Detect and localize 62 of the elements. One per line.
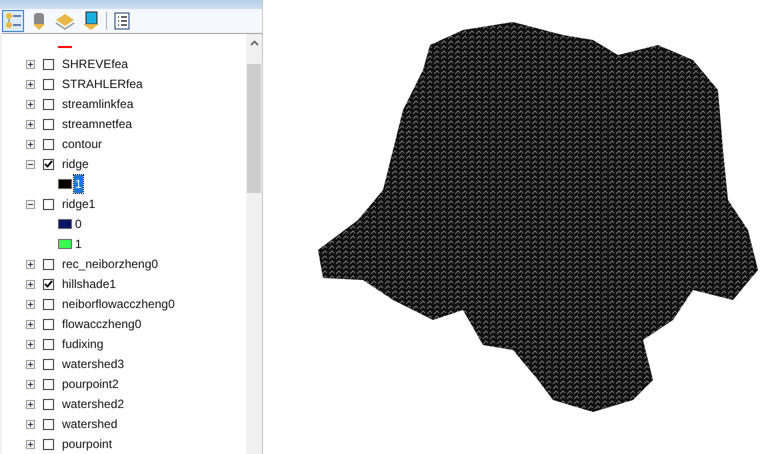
layer-checkbox[interactable] [43, 198, 54, 210]
legend-label[interactable]: 1 [74, 235, 83, 253]
expand-icon[interactable] [26, 300, 35, 308]
layer-name[interactable]: STRAHLERfea [62, 75, 143, 93]
layer-name[interactable]: watershed2 [62, 395, 124, 413]
layer-name[interactable]: ridge [62, 155, 89, 173]
legend-label[interactable]: 0 [74, 215, 83, 233]
layer-name[interactable]: watershed [62, 415, 118, 433]
expand-icon[interactable] [26, 60, 35, 68]
layer-checkbox[interactable] [43, 338, 54, 350]
layer-checkbox[interactable] [43, 138, 54, 150]
scroll-up-icon[interactable] [250, 40, 258, 46]
layer-checkbox[interactable] [43, 438, 54, 450]
layer-name[interactable]: pourpoint2 [62, 375, 119, 393]
checkmark-icon [44, 280, 53, 288]
layer-name[interactable]: hillshade1 [62, 275, 116, 293]
layer-name[interactable]: pourpoint [62, 435, 112, 453]
layer-checkbox[interactable] [43, 278, 54, 290]
layer-name[interactable]: ridge1 [62, 195, 96, 213]
checkmark-icon [44, 160, 53, 168]
layer-checkbox[interactable] [43, 378, 54, 390]
layers-icon [55, 11, 75, 32]
expand-icon[interactable] [26, 440, 35, 448]
expand-icon[interactable] [26, 400, 35, 408]
layer-name[interactable]: streamnetfea [62, 115, 132, 133]
expand-icon[interactable] [26, 360, 35, 368]
expand-icon[interactable] [26, 420, 35, 428]
layer-name[interactable]: SHREVEfea [62, 55, 128, 73]
expand-icon[interactable] [26, 340, 35, 348]
layer-name[interactable]: rec_neiborzheng0 [62, 255, 158, 273]
expand-icon[interactable] [26, 320, 35, 328]
expand-icon[interactable] [26, 100, 35, 108]
layer-checkbox[interactable] [43, 258, 54, 270]
layer-checkbox[interactable] [43, 158, 54, 170]
layer-checkbox[interactable] [43, 98, 54, 110]
scrollbar[interactable] [246, 34, 262, 454]
legend-label[interactable]: 1 [74, 175, 83, 193]
toolbar-button[interactable] [2, 10, 24, 32]
expand-icon[interactable] [26, 260, 35, 268]
expand-icon[interactable] [26, 140, 35, 148]
layer-checkbox[interactable] [43, 58, 54, 70]
expand-icon[interactable] [26, 80, 35, 88]
scrollbar-thumb[interactable] [247, 64, 261, 193]
layer-checkbox[interactable] [43, 318, 54, 330]
layer-checkbox[interactable] [43, 358, 54, 370]
layer-name[interactable]: neiborflowacczheng0 [62, 295, 175, 313]
collapse-icon[interactable] [26, 160, 35, 168]
layer-name[interactable]: flowacczheng0 [62, 315, 142, 333]
layer-checkbox[interactable] [43, 118, 54, 130]
expand-icon[interactable] [26, 280, 35, 288]
expand-icon[interactable] [26, 120, 35, 128]
collapse-icon[interactable] [26, 200, 35, 208]
layer-name[interactable]: contour [62, 135, 102, 153]
layer-checkbox[interactable] [43, 78, 54, 90]
layer-checkbox[interactable] [43, 418, 54, 430]
layer-name[interactable]: watershed3 [62, 355, 124, 373]
expand-icon[interactable] [26, 380, 35, 388]
layer-checkbox[interactable] [43, 298, 54, 310]
layer-name[interactable]: fudixing [62, 335, 104, 353]
layer-selection-icon [81, 11, 101, 32]
layer-name[interactable]: streamlinkfea [62, 95, 134, 113]
layer-checkbox[interactable] [43, 398, 54, 410]
